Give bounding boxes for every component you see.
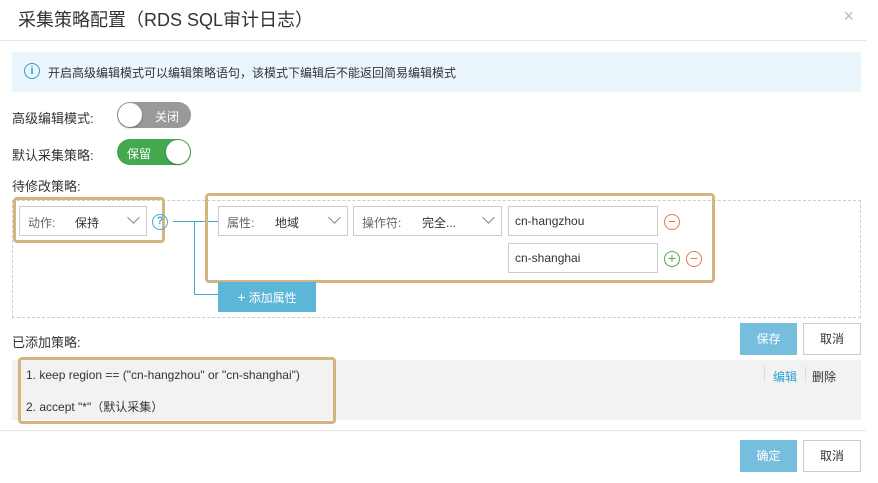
- delete-link[interactable]: 删除: [812, 368, 836, 385]
- action-select-value: 保持: [75, 216, 100, 230]
- policy-config-dialog: 采集策略配置（RDS SQL审计日志） × i 开启高级编辑模式可以编辑策略语句…: [0, 0, 878, 483]
- cancel-button[interactable]: 取消: [803, 323, 861, 355]
- info-banner: i 开启高级编辑模式可以编辑策略语句，该模式下编辑后不能返回简易编辑模式: [12, 52, 861, 92]
- default-policy-toggle[interactable]: 保留: [117, 139, 191, 165]
- chevron-down-icon: [482, 211, 495, 224]
- remove-value-icon[interactable]: −: [686, 251, 702, 267]
- add-attribute-label: 添加属性: [248, 291, 297, 305]
- attribute-select-label: 属性:: [227, 216, 255, 230]
- operator-select[interactable]: 操作符: 完全...: [353, 206, 502, 236]
- value-input-2[interactable]: cn-shanghai: [508, 243, 658, 273]
- advanced-mode-toggle[interactable]: 关闭: [117, 102, 191, 128]
- operator-select-value: 完全...: [422, 216, 457, 230]
- footer-cancel-button[interactable]: 取消: [803, 440, 861, 472]
- dialog-title: 采集策略配置（RDS SQL审计日志）: [18, 10, 314, 30]
- edit-link[interactable]: 编辑: [773, 368, 797, 385]
- confirm-button[interactable]: 确定: [740, 440, 797, 472]
- chevron-down-icon: [127, 211, 140, 224]
- toggle-label: 保留: [127, 147, 152, 161]
- help-icon[interactable]: ?: [152, 214, 168, 230]
- pending-policy-label: 待修改策略:: [12, 179, 81, 194]
- connector-line: [194, 294, 218, 295]
- add-attribute-button[interactable]: + 添加属性: [218, 282, 316, 312]
- default-policy-label: 默认采集策略:: [12, 148, 94, 163]
- advanced-mode-label: 高级编辑模式:: [12, 111, 94, 126]
- footer-divider: [0, 430, 866, 431]
- info-text: 开启高级编辑模式可以编辑策略语句，该模式下编辑后不能返回简易编辑模式: [48, 66, 457, 80]
- operator-select-label: 操作符:: [362, 216, 402, 230]
- info-icon: i: [24, 63, 40, 79]
- add-value-icon[interactable]: +: [664, 251, 680, 267]
- close-icon[interactable]: ×: [843, 6, 854, 27]
- connector-line: [194, 221, 195, 295]
- remove-value-icon[interactable]: −: [664, 214, 680, 230]
- save-button[interactable]: 保存: [740, 323, 797, 355]
- attribute-select-value: 地域: [275, 216, 300, 230]
- toggle-label: 关闭: [154, 110, 179, 124]
- toggle-knob: [166, 140, 190, 164]
- action-select[interactable]: 动作: 保持: [19, 206, 147, 236]
- toggle-knob: [118, 103, 142, 127]
- header-divider: [0, 40, 866, 41]
- plus-icon: +: [237, 289, 246, 305]
- chevron-down-icon: [328, 211, 341, 224]
- attribute-select[interactable]: 属性: 地域: [218, 206, 348, 236]
- added-policy-label: 已添加策略:: [12, 335, 81, 350]
- divider: [805, 366, 806, 382]
- value-input-1[interactable]: cn-hangzhou: [508, 206, 658, 236]
- action-select-label: 动作:: [28, 216, 56, 230]
- highlight-policies: [18, 357, 336, 424]
- divider: [764, 366, 765, 382]
